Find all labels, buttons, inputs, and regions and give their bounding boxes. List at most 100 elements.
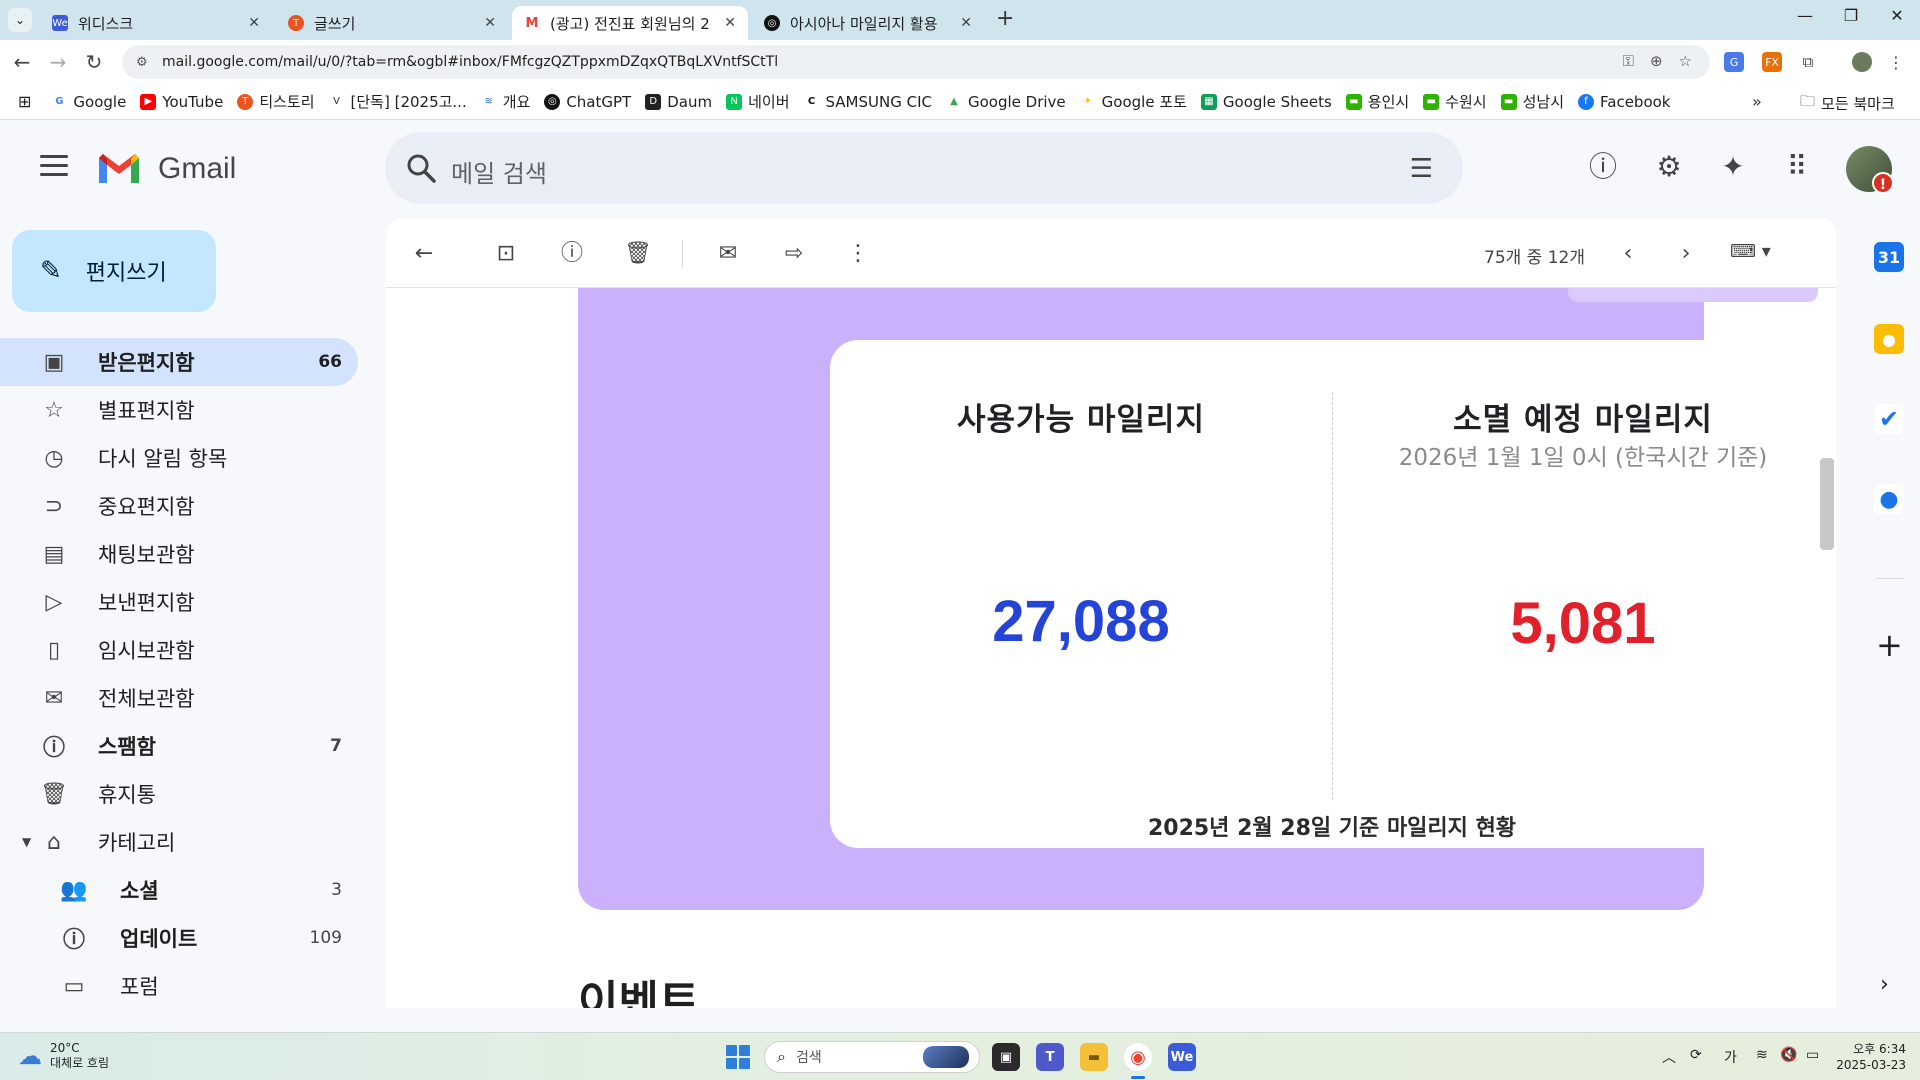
minimize-icon[interactable]: —: [1782, 6, 1828, 25]
compose-button[interactable]: ✎ 편지쓰기: [12, 230, 216, 312]
bookmark-overview[interactable]: ≋ 개요: [480, 91, 530, 112]
volume-muted-icon[interactable]: 🔇: [1780, 1047, 1797, 1063]
tab-write[interactable]: T 글쓰기 ✕: [276, 6, 508, 40]
chrome-icon[interactable]: ◉: [1124, 1043, 1152, 1071]
restore-icon[interactable]: ❐: [1828, 6, 1874, 25]
bookmark-samsung[interactable]: C SAMSUNG CIC: [803, 93, 932, 111]
sidebar-item-drafts[interactable]: ▯ 임시보관함: [0, 626, 358, 674]
fx-extension-icon[interactable]: FX: [1762, 52, 1782, 72]
password-key-icon[interactable]: ⚿: [1623, 52, 1634, 70]
extensions-puzzle-icon[interactable]: ⧉: [1798, 52, 1818, 72]
contacts-icon[interactable]: ●: [1874, 484, 1904, 514]
forward-arrow-icon[interactable]: →: [44, 50, 72, 74]
show-side-panel-chevron-icon[interactable]: ›: [1880, 972, 1889, 997]
mark-unread-icon[interactable]: ✉: [714, 240, 742, 268]
windows-start-icon[interactable]: [726, 1045, 750, 1069]
tray-overflow-chevron-icon[interactable]: ︿: [1662, 1047, 1676, 1067]
apps-grid-icon[interactable]: ⊞: [18, 92, 31, 111]
site-info-icon[interactable]: ⚙: [136, 55, 152, 70]
sync-icon[interactable]: ⟳: [1690, 1047, 1702, 1063]
tab-search-chevron-icon[interactable]: ⌄: [8, 8, 32, 32]
delete-icon[interactable]: 🗑: [624, 240, 652, 268]
sidebar-item-important[interactable]: ⊃ 중요편지함: [0, 482, 358, 530]
settings-gear-icon[interactable]: ⚙: [1652, 150, 1686, 184]
tasks-icon[interactable]: ✔: [1874, 404, 1904, 434]
add-addon-icon[interactable]: +: [1876, 626, 1903, 664]
all-bookmarks-folder[interactable]: 🗀 모든 북마크: [1800, 91, 1895, 116]
search-options-icon[interactable]: ☰: [1410, 154, 1433, 184]
bookmark-naver[interactable]: N 네이버: [726, 91, 790, 112]
bookmark-daum[interactable]: D Daum: [645, 93, 712, 111]
sidebar-item-inbox[interactable]: ▣ 받은편지함 66: [0, 338, 358, 386]
wifi-icon[interactable]: ≋: [1756, 1047, 1768, 1063]
sidebar-item-categories[interactable]: ▼ ⌂ 카테고리: [0, 818, 358, 866]
address-bar[interactable]: ⚙ mail.google.com/mail/u/0/?tab=rm&ogbl#…: [122, 45, 1710, 79]
task-view-icon[interactable]: ▣: [992, 1043, 1020, 1071]
bookmark-yongin[interactable]: ▬ 용인시: [1345, 91, 1409, 112]
expand-caret-icon[interactable]: ▼: [22, 835, 31, 849]
sidebar-item-trash[interactable]: 🗑 휴지통: [0, 770, 358, 818]
file-explorer-icon[interactable]: ▬: [1080, 1043, 1108, 1071]
bookmark-suwon[interactable]: ▬ 수원시: [1423, 91, 1487, 112]
close-icon[interactable]: ✕: [484, 15, 496, 31]
profile-avatar-icon[interactable]: [1852, 52, 1872, 72]
weather-widget[interactable]: ☁ 20°C 대체로 흐림: [18, 1041, 109, 1071]
keep-icon[interactable]: ●: [1874, 324, 1904, 354]
bookmarks-overflow-icon[interactable]: »: [1752, 92, 1762, 111]
sidebar-item-sent[interactable]: ▷ 보낸편지함: [0, 578, 358, 626]
translate-extension-icon[interactable]: G: [1724, 52, 1744, 72]
older-chevron-icon[interactable]: ›: [1672, 240, 1700, 268]
sidebar-item-forums[interactable]: ▭ 포럼: [0, 962, 358, 1010]
bookmark-sheets[interactable]: ▦ Google Sheets: [1200, 93, 1332, 111]
close-window-icon[interactable]: ✕: [1874, 6, 1920, 25]
bookmark-seongnam[interactable]: ▬ 성남시: [1500, 91, 1564, 112]
google-apps-grid-icon[interactable]: ⠿: [1780, 150, 1814, 184]
move-to-icon[interactable]: ⇨: [780, 240, 808, 268]
bookmark-drive[interactable]: ▲ Google Drive: [946, 93, 1066, 111]
sidebar-item-spam[interactable]: ⓘ 스팸함 7: [0, 722, 358, 770]
back-arrow-icon[interactable]: ←: [410, 240, 438, 268]
tab-asiana[interactable]: ◎ 아시아나 마일리지 활용 ✕: [752, 6, 984, 40]
sidebar-item-starred[interactable]: ☆ 별표편지함: [0, 386, 358, 434]
sidebar-item-snoozed[interactable]: ◷ 다시 알림 항목: [0, 434, 358, 482]
gemini-sparkle-icon[interactable]: ✦: [1716, 150, 1750, 184]
bookmark-chatgpt[interactable]: ◎ ChatGPT: [544, 93, 631, 111]
close-icon[interactable]: ✕: [248, 15, 260, 31]
bookmark-star-icon[interactable]: ☆: [1679, 52, 1692, 70]
bookmark-photos[interactable]: ✦ Google 포토: [1079, 91, 1187, 112]
bookmark-facebook[interactable]: f Facebook: [1578, 93, 1670, 111]
message-scrollbar[interactable]: [1820, 458, 1834, 550]
input-tools-keyboard-icon[interactable]: ⌨ ▾: [1730, 241, 1771, 262]
bookmark-youtube[interactable]: ▶ YouTube: [140, 93, 223, 111]
sidebar-item-chats[interactable]: ▤ 채팅보관함: [0, 530, 358, 578]
tab-wedisk[interactable]: We 위디스크 ✕: [40, 6, 272, 40]
more-options-icon[interactable]: ⋮: [844, 240, 872, 268]
sidebar-item-social[interactable]: 👥 소셜 3: [0, 866, 358, 914]
zoom-icon[interactable]: ⊕: [1650, 52, 1663, 70]
close-icon[interactable]: ✕: [724, 15, 736, 31]
report-spam-icon[interactable]: ⓘ: [558, 240, 586, 268]
calendar-icon[interactable]: 31: [1874, 242, 1904, 272]
bookmark-tistory[interactable]: T 티스토리: [237, 91, 315, 112]
wedisk-icon[interactable]: We: [1168, 1043, 1196, 1071]
bookmark-google[interactable]: G Google: [51, 93, 126, 111]
search-icon[interactable]: [405, 152, 437, 184]
teams-icon[interactable]: T: [1036, 1043, 1064, 1071]
taskbar-clock[interactable]: 오후 6:34 2025-03-23: [1836, 1041, 1906, 1073]
sidebar-item-all-mail[interactable]: ✉ 전체보관함: [0, 674, 358, 722]
newer-chevron-icon[interactable]: ‹: [1614, 240, 1642, 268]
back-arrow-icon[interactable]: ←: [8, 50, 36, 74]
new-tab-button[interactable]: +: [996, 6, 1014, 31]
reload-icon[interactable]: ↻: [80, 50, 108, 74]
ime-indicator[interactable]: 가: [1724, 1047, 1737, 1067]
sidebar-item-updates[interactable]: ⓘ 업데이트 109: [0, 914, 358, 962]
mail-search-bar[interactable]: 메일 검색 ☰: [385, 132, 1463, 204]
bookmark-news[interactable]: V [단독] [2025고...: [328, 91, 467, 112]
battery-icon[interactable]: ▭: [1806, 1047, 1819, 1063]
close-icon[interactable]: ✕: [960, 15, 972, 31]
help-icon[interactable]: ⓘ: [1586, 150, 1620, 184]
kebab-menu-icon[interactable]: ⋮: [1886, 52, 1906, 72]
tab-gmail-active[interactable]: M (광고) 전진표 회원님의 2 ✕: [512, 6, 748, 40]
archive-icon[interactable]: ⊡: [492, 240, 520, 268]
taskbar-search[interactable]: ⌕ 검색: [764, 1041, 980, 1073]
